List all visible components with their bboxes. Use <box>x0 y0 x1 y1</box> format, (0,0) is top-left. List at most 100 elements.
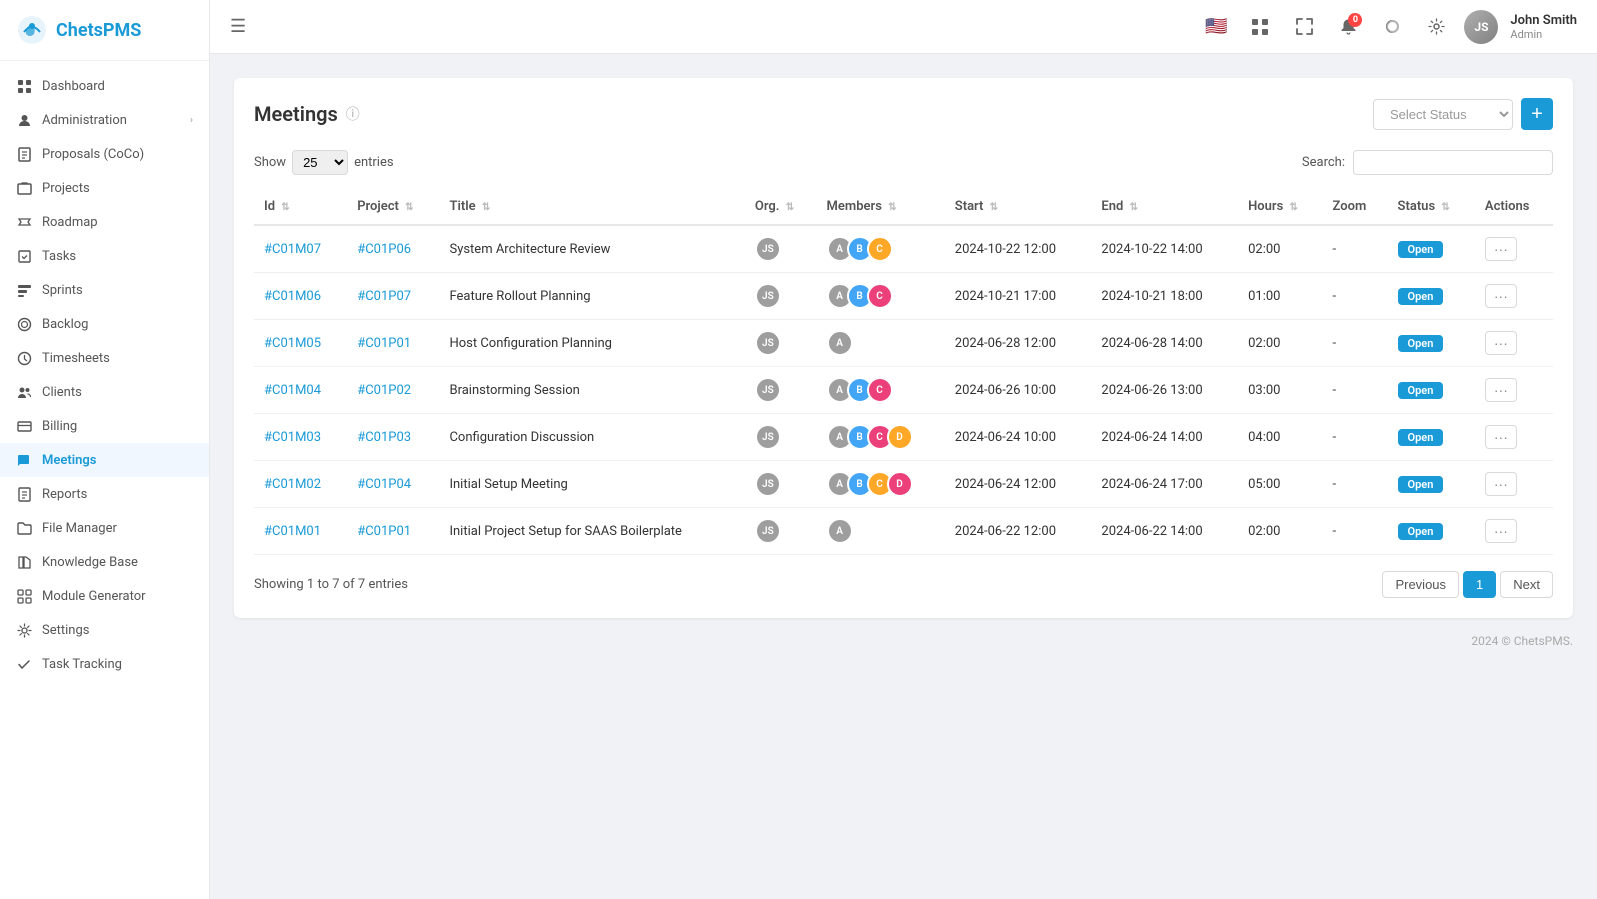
actions-button[interactable]: ··· <box>1485 331 1517 355</box>
sidebar-item-administration[interactable]: Administration › <box>0 103 209 137</box>
actions-button[interactable]: ··· <box>1485 237 1517 261</box>
project-link[interactable]: #C01P01 <box>357 524 411 539</box>
sidebar-item-clients[interactable]: Clients <box>0 375 209 409</box>
sidebar-item-roadmap[interactable]: Roadmap <box>0 205 209 239</box>
actions-button[interactable]: ··· <box>1485 284 1517 308</box>
sidebar-item-sprints[interactable]: Sprints <box>0 273 209 307</box>
cell-hours: 01:00 <box>1238 273 1322 320</box>
meeting-id-link[interactable]: #C01M01 <box>264 524 321 539</box>
meeting-id-link[interactable]: #C01M07 <box>264 242 321 257</box>
meeting-id-link[interactable]: #C01M04 <box>264 383 321 398</box>
entries-per-page-select[interactable]: 25 10 50 100 <box>292 150 348 175</box>
cell-members: ABC <box>817 273 945 320</box>
meeting-id-link[interactable]: #C01M02 <box>264 477 321 492</box>
project-link[interactable]: #C01P06 <box>357 242 411 257</box>
sidebar-logo[interactable]: ChetsPMS <box>0 0 209 61</box>
cell-end: 2024-06-24 14:00 <box>1091 414 1238 461</box>
col-org[interactable]: Org. ⇅ <box>745 189 817 225</box>
search-input[interactable] <box>1353 150 1553 175</box>
sidebar-item-backlog[interactable]: Backlog <box>0 307 209 341</box>
sprints-icon <box>16 282 32 298</box>
project-link[interactable]: #C01P02 <box>357 383 411 398</box>
cell-title: Brainstorming Session <box>439 367 744 414</box>
meeting-id-link[interactable]: #C01M05 <box>264 336 321 351</box>
project-link[interactable]: #C01P01 <box>357 336 411 351</box>
sidebar-item-label-task-tracking: Task Tracking <box>42 657 193 672</box>
sidebar-item-module-generator[interactable]: Module Generator <box>0 579 209 613</box>
dashboard-icon <box>16 78 32 94</box>
project-link[interactable]: #C01P03 <box>357 430 411 445</box>
project-link[interactable]: #C01P04 <box>357 477 411 492</box>
dark-mode-icon[interactable] <box>1376 11 1408 43</box>
col-project[interactable]: Project ⇅ <box>347 189 439 225</box>
fullscreen-icon[interactable] <box>1288 11 1320 43</box>
sidebar-item-task-tracking[interactable]: Task Tracking <box>0 647 209 681</box>
col-id[interactable]: Id ⇅ <box>254 189 347 225</box>
cell-members: ABCD <box>817 461 945 508</box>
user-avatar[interactable]: JS <box>1464 10 1498 44</box>
next-button[interactable]: Next <box>1500 571 1553 598</box>
add-meeting-button[interactable]: + <box>1521 98 1553 130</box>
actions-button[interactable]: ··· <box>1485 472 1517 496</box>
cell-id: #C01M03 <box>254 414 347 461</box>
sidebar-item-label-reports: Reports <box>42 487 193 502</box>
cell-hours: 03:00 <box>1238 367 1322 414</box>
gear-icon[interactable] <box>1420 11 1452 43</box>
sidebar-item-dashboard[interactable]: Dashboard <box>0 69 209 103</box>
sidebar-item-tasks[interactable]: Tasks <box>0 239 209 273</box>
sidebar-item-file-manager[interactable]: File Manager <box>0 511 209 545</box>
col-start[interactable]: Start ⇅ <box>945 189 1092 225</box>
sidebar-item-label-clients: Clients <box>42 385 193 400</box>
cell-hours: 02:00 <box>1238 508 1322 555</box>
meeting-id-link[interactable]: #C01M03 <box>264 430 321 445</box>
sidebar-item-knowledge-base[interactable]: Knowledge Base <box>0 545 209 579</box>
cell-actions: ··· <box>1475 320 1553 367</box>
status-badge: Open <box>1398 288 1444 305</box>
hamburger-button[interactable]: ☰ <box>230 16 246 37</box>
sidebar-item-label-backlog: Backlog <box>42 317 193 332</box>
col-end[interactable]: End ⇅ <box>1091 189 1238 225</box>
status-badge: Open <box>1398 476 1444 493</box>
cell-start: 2024-06-26 10:00 <box>945 367 1092 414</box>
status-badge: Open <box>1398 335 1444 352</box>
sidebar-item-billing[interactable]: Billing <box>0 409 209 443</box>
info-icon[interactable]: ⓘ <box>346 104 360 124</box>
cell-project: #C01P01 <box>347 320 439 367</box>
col-hours[interactable]: Hours ⇅ <box>1238 189 1322 225</box>
sidebar-item-settings[interactable]: Settings <box>0 613 209 647</box>
apps-icon[interactable] <box>1244 11 1276 43</box>
page-title-row: Meetings ⓘ <box>254 102 360 126</box>
select-status-dropdown[interactable]: Select Status Open Closed <box>1373 99 1513 130</box>
actions-button[interactable]: ··· <box>1485 378 1517 402</box>
cell-zoom: - <box>1323 367 1388 414</box>
table-row: #C01M06 #C01P07 Feature Rollout Planning… <box>254 273 1553 320</box>
sidebar-item-reports[interactable]: Reports <box>0 477 209 511</box>
page-1-button[interactable]: 1 <box>1463 571 1496 598</box>
cell-hours: 02:00 <box>1238 225 1322 273</box>
meeting-id-link[interactable]: #C01M06 <box>264 289 321 304</box>
actions-button[interactable]: ··· <box>1485 519 1517 543</box>
topbar-user-info[interactable]: John Smith Admin <box>1510 13 1577 41</box>
table-row: #C01M01 #C01P01 Initial Project Setup fo… <box>254 508 1553 555</box>
project-link[interactable]: #C01P07 <box>357 289 411 304</box>
roadmap-icon <box>16 214 32 230</box>
col-title[interactable]: Title ⇅ <box>439 189 744 225</box>
cell-org: JS <box>745 273 817 320</box>
sidebar-item-meetings[interactable]: Meetings <box>0 443 209 477</box>
notification-icon[interactable]: 0 <box>1332 11 1364 43</box>
cell-org: JS <box>745 461 817 508</box>
cell-project: #C01P02 <box>347 367 439 414</box>
sidebar-item-projects[interactable]: Projects <box>0 171 209 205</box>
cell-status: Open <box>1388 367 1475 414</box>
cell-title: System Architecture Review <box>439 225 744 273</box>
sidebar-item-proposals[interactable]: Proposals (CoCo) <box>0 137 209 171</box>
flag-icon[interactable]: 🇺🇸 <box>1200 11 1232 43</box>
cell-actions: ··· <box>1475 367 1553 414</box>
previous-button[interactable]: Previous <box>1382 571 1459 598</box>
sort-end-icon: ⇅ <box>1130 202 1138 213</box>
col-status[interactable]: Status ⇅ <box>1388 189 1475 225</box>
sidebar-navigation: Dashboard Administration › Proposals (Co… <box>0 61 209 899</box>
actions-button[interactable]: ··· <box>1485 425 1517 449</box>
sidebar-item-timesheets[interactable]: Timesheets <box>0 341 209 375</box>
col-members[interactable]: Members ⇅ <box>817 189 945 225</box>
